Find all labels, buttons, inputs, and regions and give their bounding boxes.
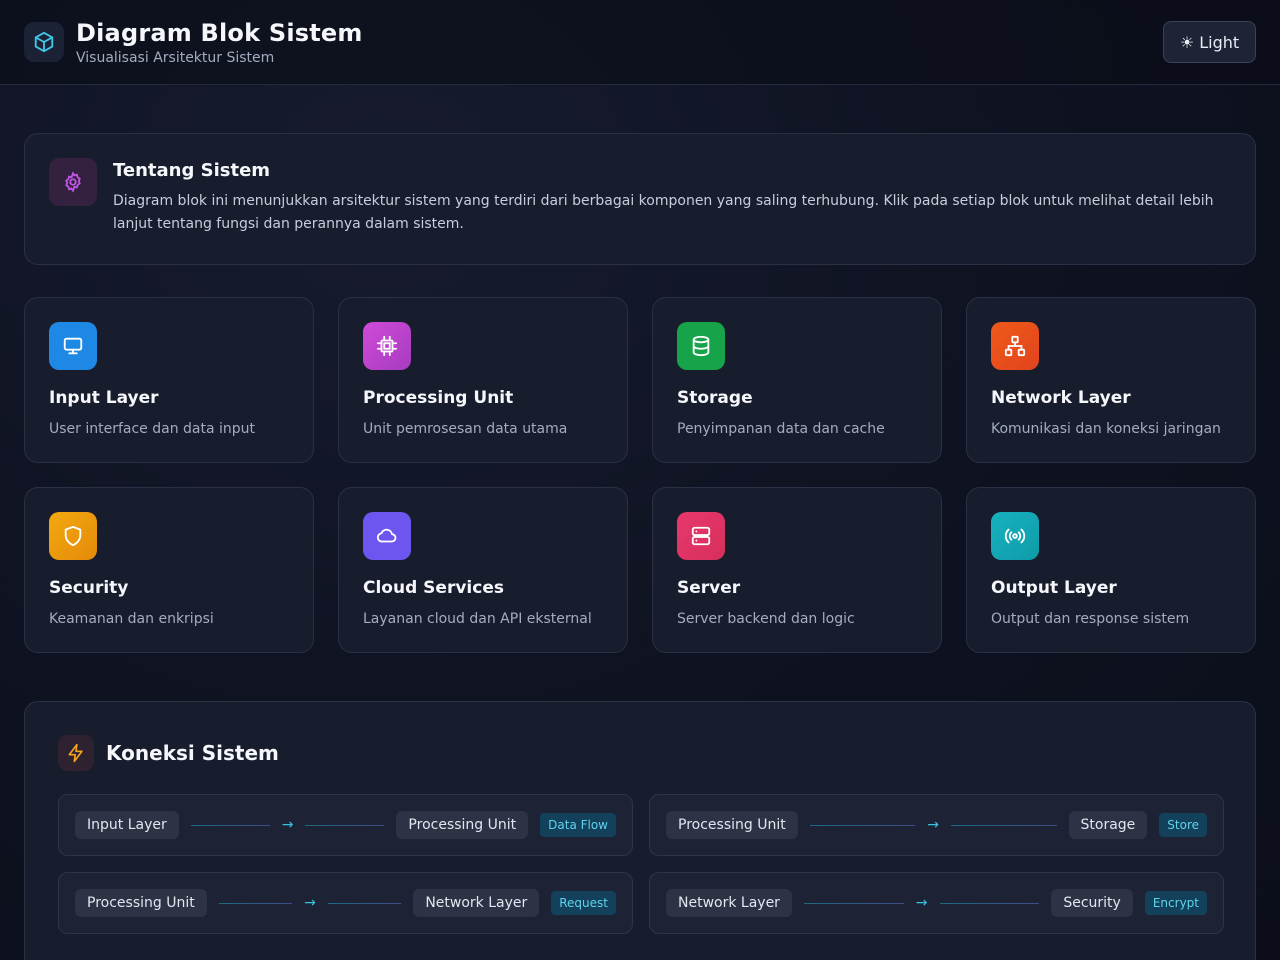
block-title: Cloud Services [363, 578, 504, 598]
arrow-right-icon: → [281, 817, 294, 833]
block-security[interactable]: Security Keamanan dan enkripsi [24, 487, 314, 653]
connection-from: Network Layer [666, 889, 792, 917]
block-description: Server backend dan logic [677, 611, 855, 627]
block-server[interactable]: Server Server backend dan logic [652, 487, 942, 653]
connection-to: Network Layer [413, 889, 540, 917]
shield-icon [49, 512, 97, 560]
block-description: Unit pemrosesan data utama [363, 421, 568, 437]
block-description: Keamanan dan enkripsi [49, 611, 214, 627]
block-title: Network Layer [991, 388, 1131, 408]
about-description: Diagram blok ini menunjukkan arsitektur … [113, 193, 1214, 232]
connections-panel: Koneksi Sistem Input Layer → Processing … [24, 701, 1256, 960]
block-title: Server [677, 578, 741, 598]
connection-row[interactable]: Processing Unit → Storage Store [649, 794, 1224, 856]
connection-from: Input Layer [75, 811, 179, 839]
block-description: Komunikasi dan koneksi jaringan [991, 421, 1221, 437]
page-title: Diagram Blok Sistem [76, 19, 363, 47]
server-icon [677, 512, 725, 560]
block-network-layer[interactable]: Network Layer Komunikasi dan koneksi jar… [966, 297, 1256, 463]
database-icon [677, 322, 725, 370]
block-title: Output Layer [991, 578, 1117, 598]
monitor-icon [49, 322, 97, 370]
arrow-right-icon: → [915, 895, 928, 911]
cloud-icon [363, 512, 411, 560]
page-subtitle: Visualisasi Arsitektur Sistem [76, 50, 275, 66]
block-title: Processing Unit [363, 388, 514, 408]
app-header: Diagram Blok Sistem Visualisasi Arsitekt… [0, 0, 1280, 85]
lightning-icon [58, 735, 94, 771]
network-icon [991, 322, 1039, 370]
block-grid: Input Layer User interface dan data inpu… [24, 297, 1256, 653]
connection-from: Processing Unit [75, 889, 207, 917]
broadcast-icon [991, 512, 1039, 560]
block-title: Storage [677, 388, 753, 408]
block-storage[interactable]: Storage Penyimpanan data dan cache [652, 297, 942, 463]
arrow-right-icon: → [927, 817, 939, 833]
block-description: Output dan response sistem [991, 611, 1190, 627]
about-panel: Tentang Sistem Diagram blok ini menunjuk… [24, 133, 1256, 265]
cpu-icon [363, 322, 411, 370]
connection-to: Processing Unit [396, 811, 529, 839]
block-description: Penyimpanan data dan cache [677, 421, 885, 437]
block-title: Input Layer [49, 388, 159, 408]
connection-row[interactable]: Network Layer → Security Encrypt [649, 872, 1224, 934]
cube-icon [24, 22, 64, 62]
connection-to: Storage [1068, 811, 1148, 839]
connection-row[interactable]: Input Layer → Processing Unit Data Flow [58, 794, 633, 856]
block-input-layer[interactable]: Input Layer User interface dan data inpu… [24, 297, 314, 463]
connections-title: Koneksi Sistem [106, 741, 279, 765]
connection-badge: Data Flow [540, 813, 616, 837]
about-title: Tentang Sistem [113, 160, 271, 181]
block-cloud-services[interactable]: Cloud Services Layanan cloud dan API eks… [338, 487, 628, 653]
connection-badge: Store [1159, 813, 1207, 837]
connection-badge: Encrypt [1144, 891, 1207, 915]
block-description: Layanan cloud dan API eksternal [363, 611, 592, 627]
gear-icon [49, 158, 97, 206]
arrow-right-icon: → [304, 895, 316, 911]
block-description: User interface dan data input [49, 421, 256, 437]
block-title: Security [49, 578, 129, 598]
theme-toggle-button[interactable]: ☀ Light [1163, 21, 1256, 63]
block-processing-unit[interactable]: Processing Unit Unit pemrosesan data uta… [338, 297, 628, 463]
connection-badge: Request [551, 891, 616, 915]
connection-from: Processing Unit [666, 811, 798, 839]
block-output-layer[interactable]: Output Layer Output dan response sistem [966, 487, 1256, 653]
connection-to: Security [1051, 889, 1133, 917]
connection-row[interactable]: Processing Unit → Network Layer Request [58, 872, 633, 934]
